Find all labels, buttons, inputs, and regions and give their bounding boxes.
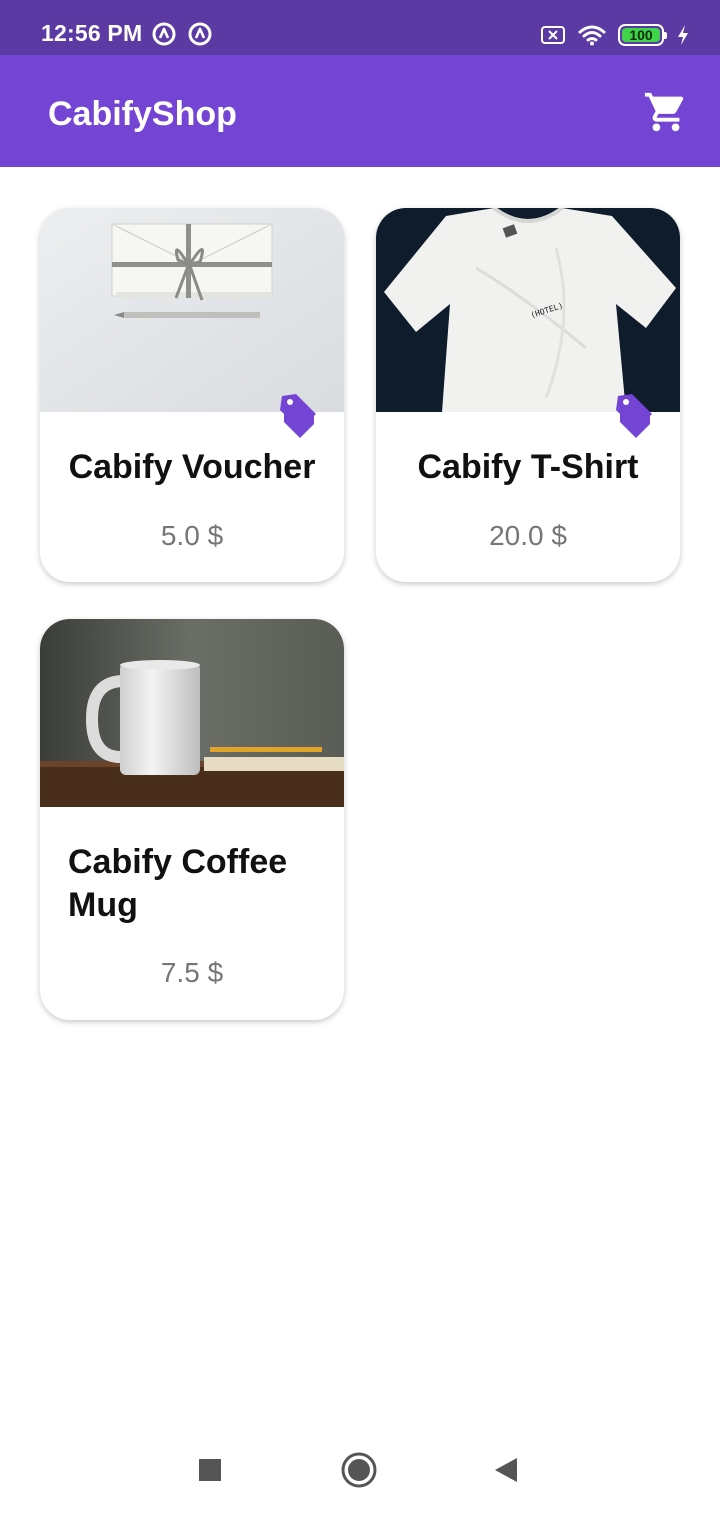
charging-icon bbox=[678, 25, 688, 45]
product-name: Cabify Voucher bbox=[68, 448, 316, 486]
back-triangle-icon bbox=[495, 1458, 517, 1482]
app-title: CabifyShop bbox=[48, 95, 237, 133]
navigation-bar bbox=[0, 1430, 720, 1520]
no-sim-icon bbox=[541, 26, 565, 44]
status-bar: 12:56 PM 100 bbox=[0, 0, 720, 55]
status-time: 12:56 PM bbox=[41, 20, 143, 46]
recents-button[interactable] bbox=[188, 1448, 232, 1492]
cart-button[interactable] bbox=[640, 86, 692, 138]
app-notification-icon bbox=[152, 22, 176, 46]
app-bar: CabifyShop bbox=[0, 55, 720, 167]
recents-square-icon bbox=[199, 1459, 221, 1481]
product-card-voucher[interactable]: Cabify Voucher 5.0 $ bbox=[40, 208, 344, 582]
product-price: 20.0 $ bbox=[489, 520, 567, 551]
home-button[interactable] bbox=[337, 1448, 381, 1492]
cart-icon bbox=[644, 92, 684, 132]
product-card-mug[interactable]: Cabify Coffee Mug 7.5 $ bbox=[40, 619, 344, 1020]
discount-tag-icon bbox=[280, 394, 316, 438]
product-card-tshirt[interactable]: (HOTEL) Cabify T-Shirt 20.0 $ bbox=[376, 208, 680, 582]
home-circle-icon bbox=[341, 1452, 377, 1488]
product-name: Cabify Coffee Mug bbox=[68, 843, 288, 924]
back-button[interactable] bbox=[484, 1448, 528, 1492]
status-icons: 100 bbox=[540, 20, 690, 50]
discount-tag-icon bbox=[616, 394, 652, 438]
battery-icon: 100 bbox=[618, 24, 667, 46]
product-name: Cabify T-Shirt bbox=[417, 448, 639, 486]
product-price: 5.0 $ bbox=[160, 520, 224, 551]
battery-level: 100 bbox=[622, 28, 660, 42]
wifi-icon bbox=[578, 25, 606, 46]
product-price: 7.5 $ bbox=[160, 957, 224, 988]
app-notification-icon bbox=[188, 22, 212, 46]
product-image-voucher bbox=[40, 208, 344, 412]
product-image-tshirt bbox=[376, 208, 680, 412]
product-image-mug bbox=[40, 619, 344, 807]
